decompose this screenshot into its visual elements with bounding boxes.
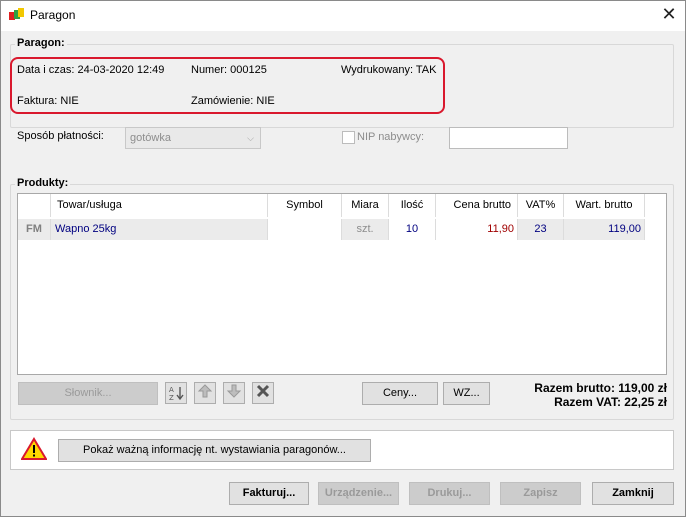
row-marker[interactable]: FM <box>18 219 51 240</box>
device-button[interactable]: Urządzenie... <box>318 482 399 505</box>
nip-label: NIP nabywcy: <box>357 131 425 143</box>
table-cell-miara[interactable]: szt. <box>342 219 389 240</box>
prices-button[interactable]: Ceny... <box>362 382 438 405</box>
save-button[interactable]: Zapisz <box>500 482 581 505</box>
invoice-button[interactable]: Fakturuj... <box>229 482 309 505</box>
table-cell-vat[interactable]: 23 <box>518 219 564 240</box>
sort-az-icon[interactable]: AZ <box>165 382 187 404</box>
close-button[interactable]: Zamknij <box>592 482 674 505</box>
dictionary-button[interactable]: Słownik... <box>18 382 158 405</box>
table-cell-ilosc[interactable]: 10 <box>389 219 436 240</box>
wz-button[interactable]: WZ... <box>443 382 490 405</box>
paragon-group-label: Paragon: <box>15 37 67 49</box>
total-vat: Razem VAT: 22,25 zł <box>554 395 667 409</box>
delete-x-icon[interactable] <box>252 382 274 404</box>
table-cell-wart[interactable]: 119,00 <box>564 219 645 240</box>
products-table[interactable]: Towar/usługa Symbol Miara Ilość Cena bru… <box>17 193 667 375</box>
svg-text:Z: Z <box>169 394 174 401</box>
invoice-status: Faktura: NIE <box>17 95 79 107</box>
payment-method-label: Sposób płatności: <box>17 130 104 142</box>
table-header[interactable]: Cena brutto <box>436 194 518 217</box>
table-cell-cena[interactable]: 11,90 <box>436 219 518 240</box>
table-header[interactable]: Ilość <box>389 194 436 217</box>
table-header[interactable]: VAT% <box>518 194 564 217</box>
date-time: Data i czas: 24-03-2020 12:49 <box>17 64 165 76</box>
table-header[interactable]: Towar/usługa <box>51 194 268 217</box>
print-button[interactable]: Drukuj... <box>409 482 490 505</box>
title-bar <box>1 1 685 31</box>
payment-method-select[interactable]: gotówka ⌵ <box>125 127 261 149</box>
total-gross: Razem brutto: 119,00 zł <box>534 381 667 395</box>
printed-status: Wydrukowany: TAK <box>341 64 437 76</box>
chevron-down-icon: ⌵ <box>247 133 254 143</box>
payment-method-value: gotówka <box>130 132 171 144</box>
table-header[interactable]: Wart. brutto <box>564 194 645 217</box>
table-cell-symbol[interactable] <box>268 219 342 240</box>
table-header[interactable]: Miara <box>342 194 389 217</box>
arrow-up-icon[interactable] <box>194 382 216 404</box>
app-icon <box>9 8 24 20</box>
show-info-button[interactable]: Pokaż ważną informację nt. wystawiania p… <box>58 439 371 462</box>
nip-field[interactable] <box>449 127 568 149</box>
products-group-label: Produkty: <box>15 177 71 189</box>
warning-icon <box>21 437 47 460</box>
order-status: Zamówienie: NIE <box>191 95 275 107</box>
receipt-number: Numer: 000125 <box>191 64 267 76</box>
table-cell-towar[interactable]: Wapno 25kg <box>51 219 268 240</box>
table-header-marker <box>18 194 51 217</box>
window-title: Paragon <box>30 8 76 22</box>
svg-text:A: A <box>169 386 174 394</box>
table-header[interactable]: Symbol <box>268 194 342 217</box>
arrow-down-icon[interactable] <box>223 382 245 404</box>
close-icon[interactable]: ✕ <box>655 3 683 27</box>
nip-checkbox[interactable] <box>342 131 355 144</box>
